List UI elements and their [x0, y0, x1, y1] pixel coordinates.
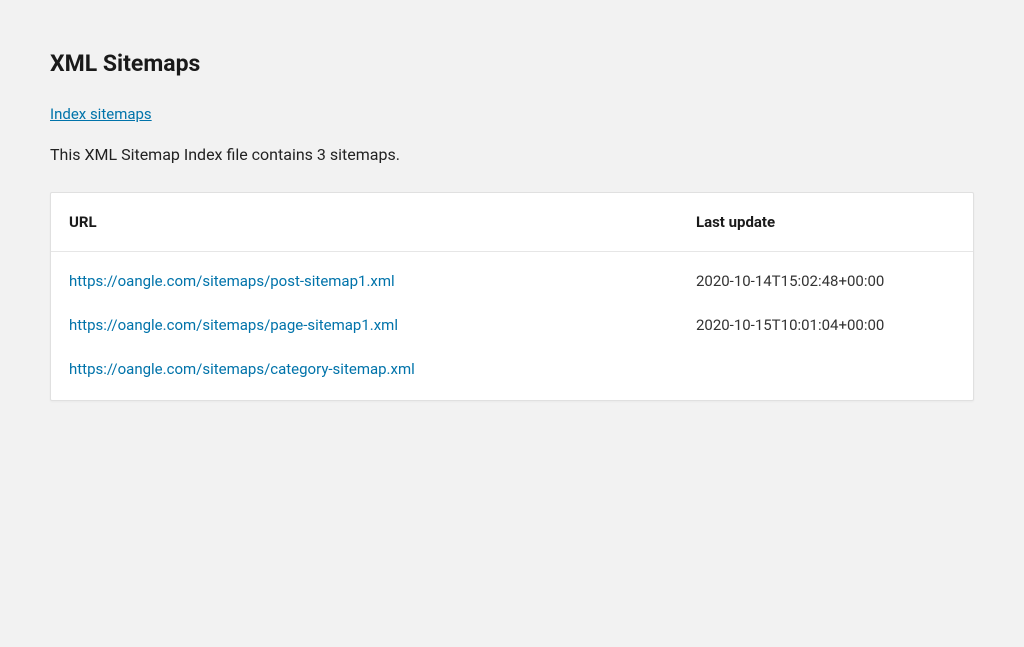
sitemap-description: This XML Sitemap Index file contains 3 s… — [50, 145, 974, 164]
sitemap-url-link[interactable]: https://oangle.com/sitemaps/post-sitemap… — [69, 272, 395, 290]
table-row: https://oangle.com/sitemaps/category-sit… — [51, 347, 973, 400]
table-row: https://oangle.com/sitemaps/page-sitemap… — [51, 303, 973, 347]
table-cell-last-update: 2020-10-14T15:02:48+00:00 — [678, 252, 973, 304]
table-cell-last-update — [678, 347, 973, 400]
table-cell-url: https://oangle.com/sitemaps/page-sitemap… — [51, 303, 678, 347]
table-row: https://oangle.com/sitemaps/post-sitemap… — [51, 252, 973, 304]
column-header-last-update: Last update — [678, 193, 973, 252]
sitemap-url-link[interactable]: https://oangle.com/sitemaps/category-sit… — [69, 360, 415, 378]
table-cell-url: https://oangle.com/sitemaps/category-sit… — [51, 347, 678, 400]
index-sitemaps-link[interactable]: Index sitemaps — [50, 105, 152, 123]
sitemap-table: URL Last update https://oangle.com/sitem… — [51, 193, 973, 400]
column-header-url: URL — [51, 193, 678, 252]
sitemap-url-link[interactable]: https://oangle.com/sitemaps/page-sitemap… — [69, 316, 398, 334]
page-title: XML Sitemaps — [50, 50, 974, 77]
table-cell-last-update: 2020-10-15T10:01:04+00:00 — [678, 303, 973, 347]
table-cell-url: https://oangle.com/sitemaps/post-sitemap… — [51, 252, 678, 304]
sitemap-table-container: URL Last update https://oangle.com/sitem… — [50, 192, 974, 401]
